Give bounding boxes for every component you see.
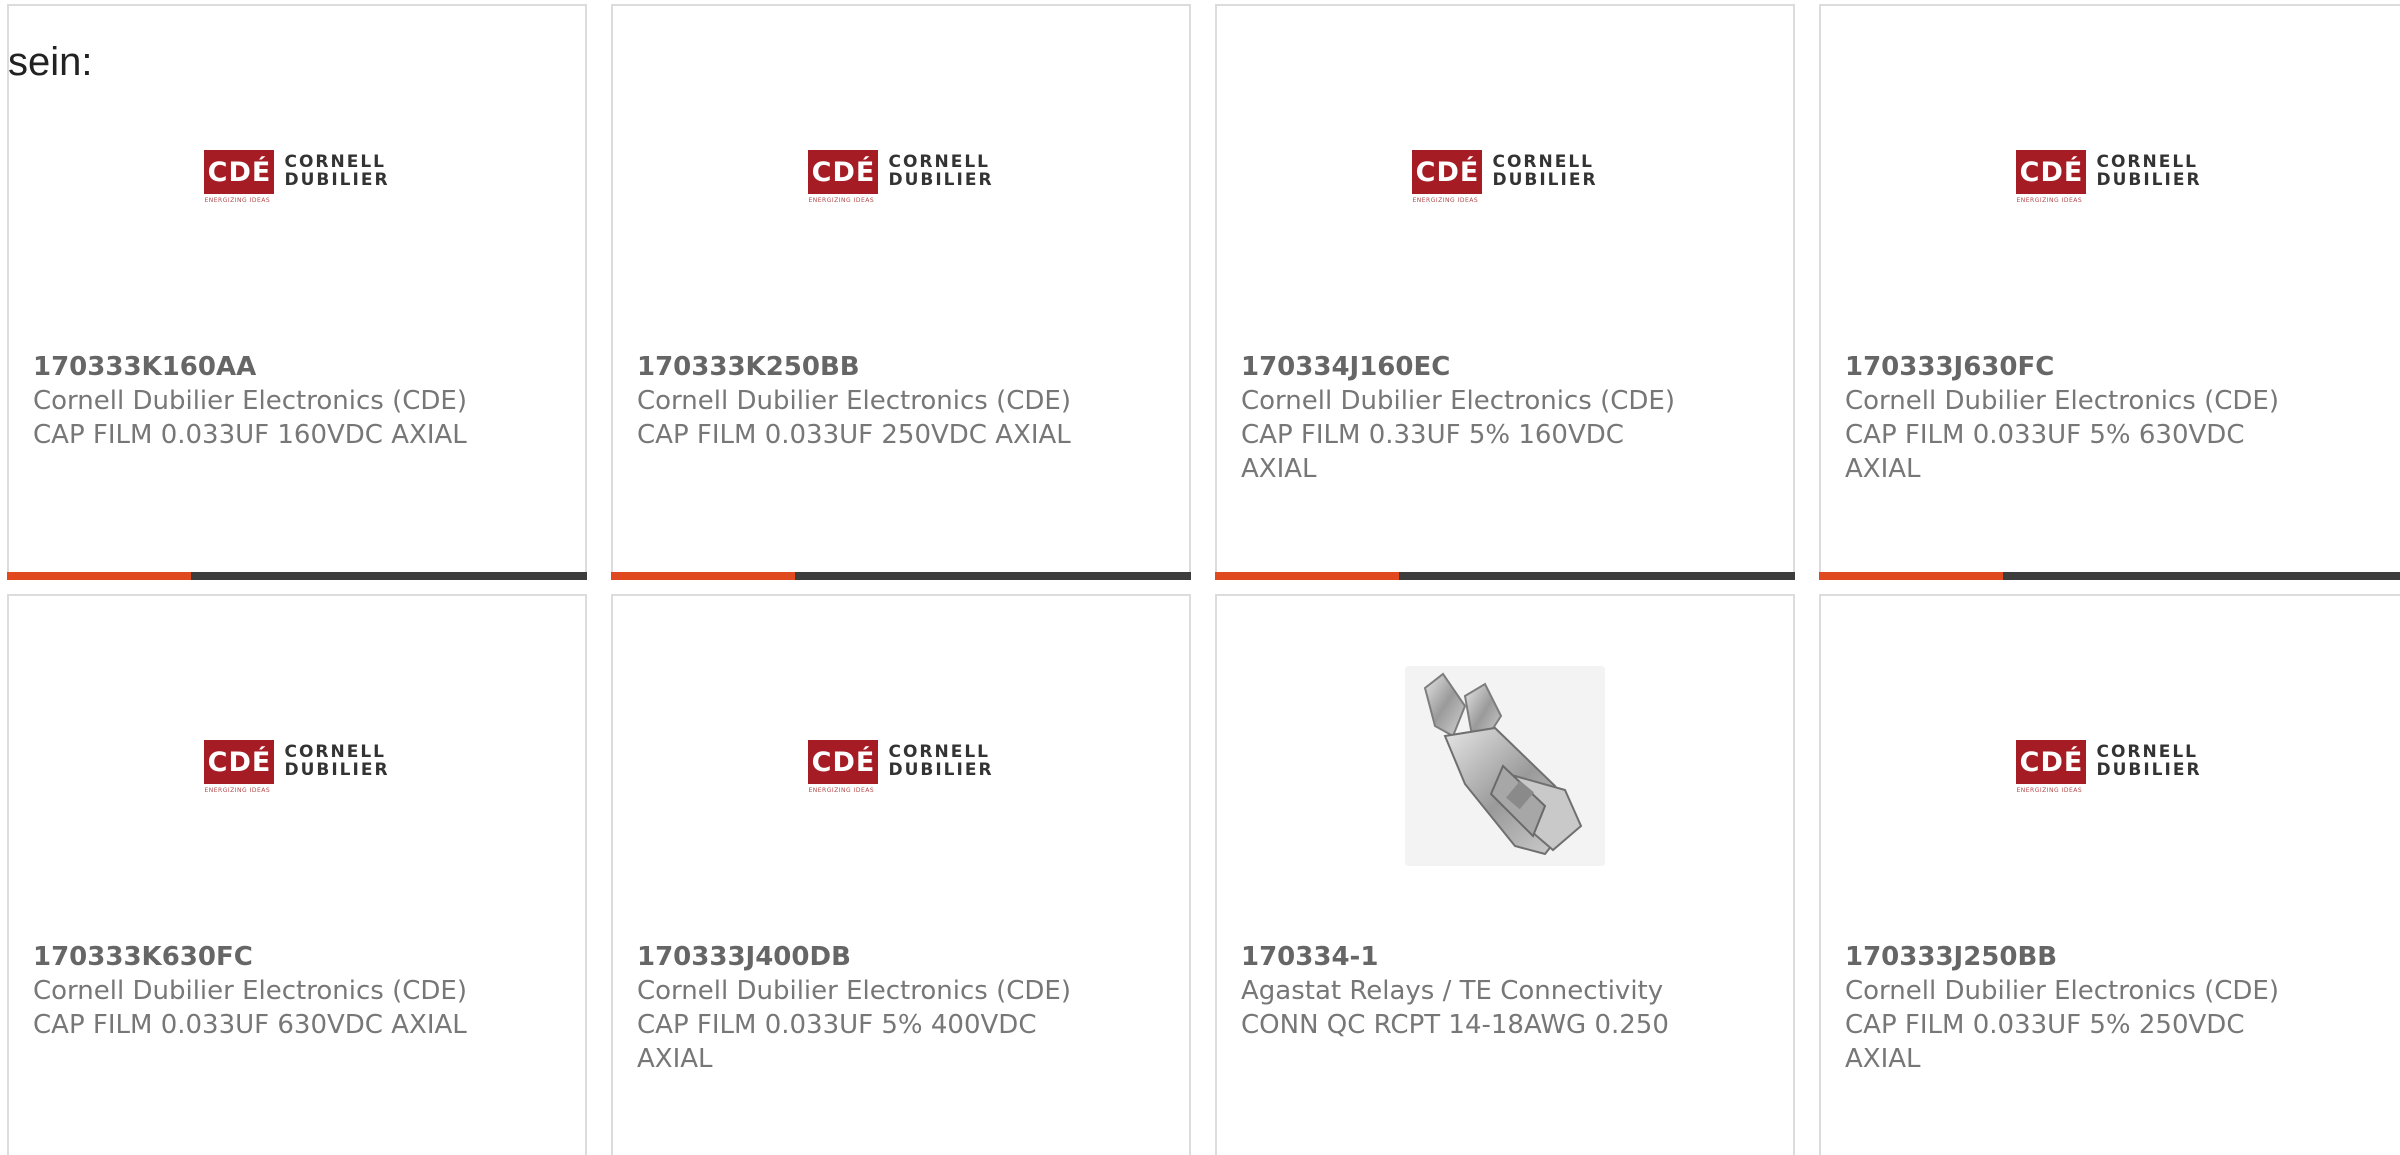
cde-logo: CDÉ ENERGIZING IDEAS CORNELL DUBILIER xyxy=(1412,150,1598,204)
product-description: CAP FILM 0.033UF 630VDC AXIAL xyxy=(33,1010,467,1040)
product-card[interactable]: CDÉ ENERGIZING IDEAS CORNELL DUBILIER 1703… xyxy=(1819,4,2400,580)
product-image[interactable]: CDÉ ENERGIZING IDEAS CORNELL DUBILIER xyxy=(1821,656,2397,876)
terminal-connector-image xyxy=(1405,666,1605,866)
part-number-link[interactable]: 170333K160AA xyxy=(33,350,561,384)
product-description: CAP FILM 0.033UF 250VDC AXIAL xyxy=(637,420,1071,450)
manufacturer-name: Cornell Dubilier Electronics (CDE) xyxy=(637,386,1071,416)
cde-logo: CDÉ ENERGIZING IDEAS CORNELL DUBILIER xyxy=(808,150,994,204)
part-number-link[interactable]: 170334-1 xyxy=(1241,940,1769,974)
part-number-link[interactable]: 170333J400DB xyxy=(637,940,1165,974)
product-image[interactable]: CDÉ ENERGIZING IDEAS CORNELL DUBILIER xyxy=(9,656,585,876)
product-description: CAP FILM 0.033UF 160VDC AXIAL xyxy=(33,420,467,450)
manufacturer-name: Cornell Dubilier Electronics (CDE) xyxy=(1845,386,2279,416)
manufacturer-name: Cornell Dubilier Electronics (CDE) xyxy=(1241,386,1675,416)
manufacturer-name: Cornell Dubilier Electronics (CDE) xyxy=(33,386,467,416)
cde-logo: CDÉ ENERGIZING IDEAS CORNELL DUBILIER xyxy=(808,740,994,794)
product-description: CONN QC RCPT 14-18AWG 0.250 xyxy=(1241,1010,1669,1040)
product-image[interactable] xyxy=(1217,656,1793,876)
part-number-link[interactable]: 170333J630FC xyxy=(1845,350,2393,384)
product-image[interactable]: CDÉ ENERGIZING IDEAS CORNELL DUBILIER xyxy=(613,66,1189,286)
product-card[interactable]: CDÉ ENERGIZING IDEAS CORNELL DUBILIER 1703… xyxy=(611,594,1191,1155)
part-number-link[interactable]: 170334J160EC xyxy=(1241,350,1769,384)
card-bottom-bar xyxy=(1819,572,2400,580)
part-number-link[interactable]: 170333J250BB xyxy=(1845,940,2393,974)
product-grid: CDÉ ENERGIZING IDEAS CORNELL DUBILIER 1703… xyxy=(0,0,2400,1155)
manufacturer-name: Cornell Dubilier Electronics (CDE) xyxy=(33,976,467,1006)
cde-logo: CDÉ ENERGIZING IDEAS CORNELL DUBILIER xyxy=(2016,740,2202,794)
product-description: CAP FILM 0.033UF 5% 630VDC AXIAL xyxy=(1845,420,2245,484)
product-image[interactable]: CDÉ ENERGIZING IDEAS CORNELL DUBILIER xyxy=(613,656,1189,876)
card-bottom-bar xyxy=(1215,572,1795,580)
product-description: CAP FILM 0.033UF 5% 250VDC AXIAL xyxy=(1845,1010,2245,1074)
product-card[interactable]: CDÉ ENERGIZING IDEAS CORNELL DUBILIER 1703… xyxy=(7,4,587,580)
product-card[interactable]: CDÉ ENERGIZING IDEAS CORNELL DUBILIER 1703… xyxy=(1819,594,2400,1155)
cde-logo: CDÉ ENERGIZING IDEAS CORNELL DUBILIER xyxy=(2016,150,2202,204)
product-card[interactable]: 170334-1 Agastat Relays / TE Connectivit… xyxy=(1215,594,1795,1155)
product-description: CAP FILM 0.033UF 5% 400VDC AXIAL xyxy=(637,1010,1037,1074)
product-card[interactable]: CDÉ ENERGIZING IDEAS CORNELL DUBILIER 1703… xyxy=(611,4,1191,580)
product-image[interactable]: CDÉ ENERGIZING IDEAS CORNELL DUBILIER xyxy=(9,66,585,286)
product-image[interactable]: CDÉ ENERGIZING IDEAS CORNELL DUBILIER xyxy=(1821,66,2397,286)
product-card[interactable]: CDÉ ENERGIZING IDEAS CORNELL DUBILIER 1703… xyxy=(1215,4,1795,580)
section-heading: sein: xyxy=(8,40,93,84)
product-card[interactable]: CDÉ ENERGIZING IDEAS CORNELL DUBILIER 1703… xyxy=(7,594,587,1155)
cde-logo: CDÉ ENERGIZING IDEAS CORNELL DUBILIER xyxy=(204,150,390,204)
manufacturer-name: Cornell Dubilier Electronics (CDE) xyxy=(637,976,1071,1006)
part-number-link[interactable]: 170333K250BB xyxy=(637,350,1165,384)
part-number-link[interactable]: 170333K630FC xyxy=(33,940,561,974)
card-bottom-bar xyxy=(7,572,587,580)
product-description: CAP FILM 0.33UF 5% 160VDC AXIAL xyxy=(1241,420,1624,484)
product-image[interactable]: CDÉ ENERGIZING IDEAS CORNELL DUBILIER xyxy=(1217,66,1793,286)
manufacturer-name: Cornell Dubilier Electronics (CDE) xyxy=(1845,976,2279,1006)
card-bottom-bar xyxy=(611,572,1191,580)
manufacturer-name: Agastat Relays / TE Connectivity xyxy=(1241,976,1664,1006)
cde-logo: CDÉ ENERGIZING IDEAS CORNELL DUBILIER xyxy=(204,740,390,794)
